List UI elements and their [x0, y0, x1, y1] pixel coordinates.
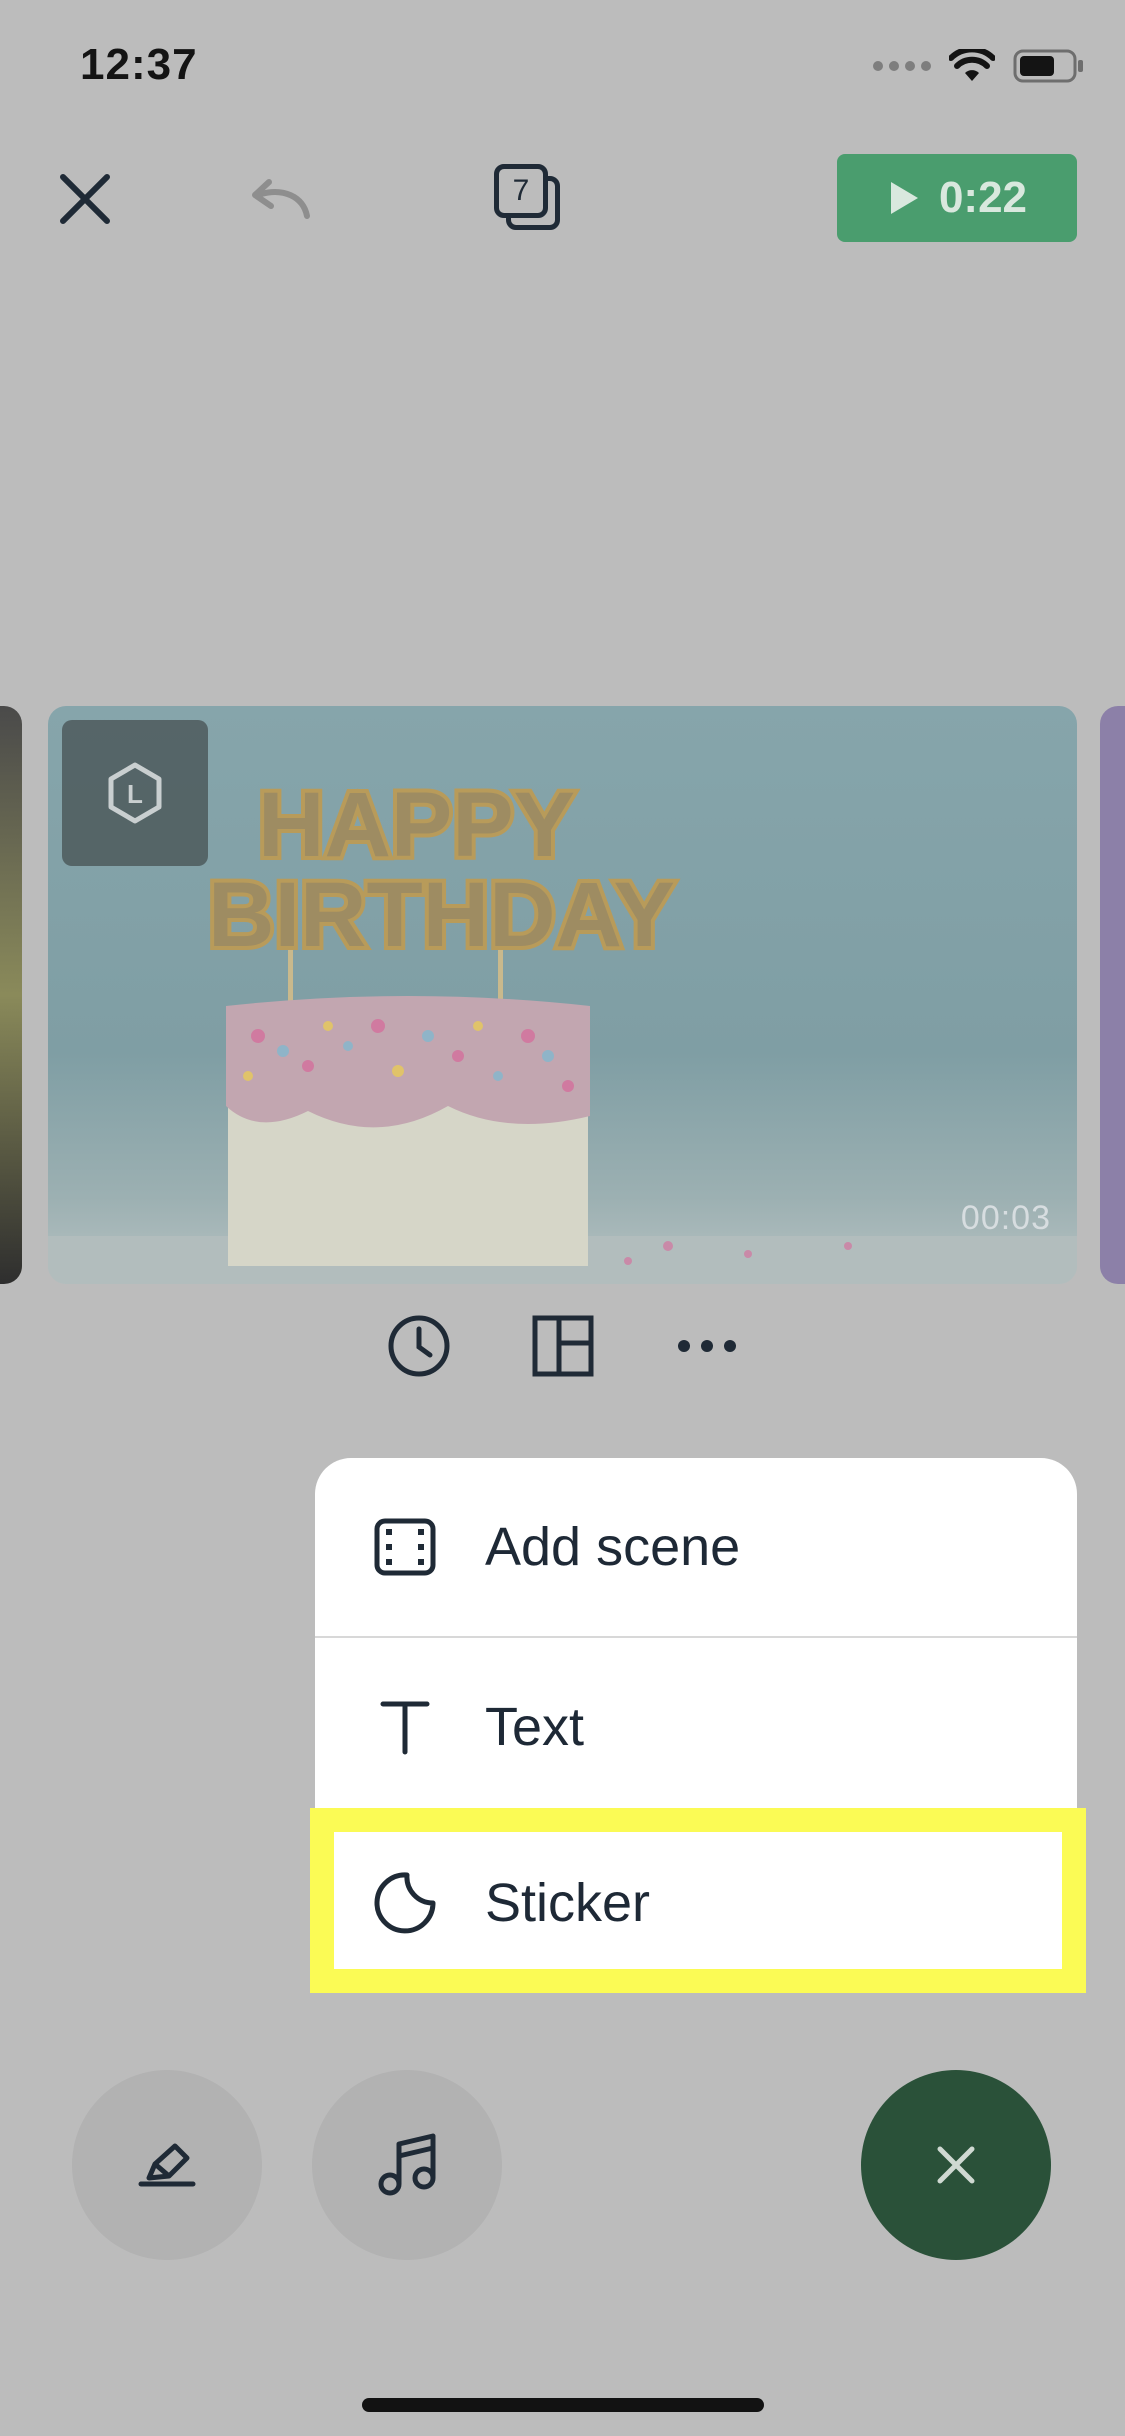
hexagon-logo-icon: L — [108, 762, 162, 824]
draw-button[interactable] — [72, 2070, 262, 2260]
play-button[interactable]: 0:22 — [837, 154, 1077, 242]
svg-text:HAPPY: HAPPY — [258, 774, 575, 876]
clip-thumbnail[interactable]: HAPPY HAPPY BIRTHDAY BIRTHDAY L 00:03 — [48, 706, 1077, 1284]
menu-item-add-scene[interactable]: Add scene — [315, 1458, 1077, 1636]
undo-button[interactable] — [240, 170, 316, 230]
sticker-icon — [365, 1863, 445, 1943]
close-icon — [937, 2146, 975, 2184]
home-indicator — [362, 2398, 764, 2412]
menu-item-text[interactable]: Text — [315, 1638, 1077, 1816]
battery-icon — [1013, 49, 1083, 83]
menu-label-sticker: Sticker — [485, 1873, 651, 1933]
next-clip-thumbnail[interactable] — [1100, 706, 1125, 1284]
more-dots-icon — [677, 1340, 736, 1352]
more-options-button[interactable] — [665, 1304, 749, 1388]
layout-button[interactable] — [521, 1304, 605, 1388]
highlighter-pen-icon — [138, 2143, 196, 2187]
scenes-button[interactable]: 7 — [494, 164, 564, 234]
close-icon — [60, 174, 110, 224]
menu-label-add-scene: Add scene — [485, 1517, 741, 1577]
logo-badge[interactable]: L — [62, 720, 208, 866]
clock-icon — [388, 1315, 449, 1377]
status-time: 12:37 — [80, 40, 198, 89]
previous-clip-thumbnail[interactable] — [0, 706, 22, 1284]
wifi-icon — [949, 49, 995, 81]
clip-tools — [0, 1304, 1125, 1388]
layout-icon — [532, 1315, 593, 1377]
add-menu: Add scene Text Sticker — [315, 1458, 1077, 1990]
play-icon — [890, 182, 918, 214]
duration-button[interactable] — [377, 1304, 461, 1388]
music-button[interactable] — [312, 2070, 502, 2260]
close-button[interactable] — [50, 164, 120, 234]
cellular-signal-icon — [873, 61, 931, 71]
status-indicators — [873, 48, 1085, 84]
clip-duration: 00:03 — [960, 1199, 1051, 1237]
film-frame-icon — [365, 1507, 445, 1587]
menu-item-sticker[interactable]: Sticker — [315, 1814, 1077, 1992]
play-duration: 0:22 — [938, 173, 1028, 222]
svg-text:BIRTHDAY: BIRTHDAY — [208, 864, 675, 966]
music-note-icon — [378, 2133, 436, 2196]
text-t-icon — [365, 1687, 445, 1767]
scene-count: 7 — [494, 164, 548, 218]
logo-letter: L — [127, 779, 143, 809]
menu-label-text: Text — [485, 1697, 585, 1757]
undo-icon — [252, 179, 310, 219]
close-menu-fab[interactable] — [861, 2070, 1051, 2260]
